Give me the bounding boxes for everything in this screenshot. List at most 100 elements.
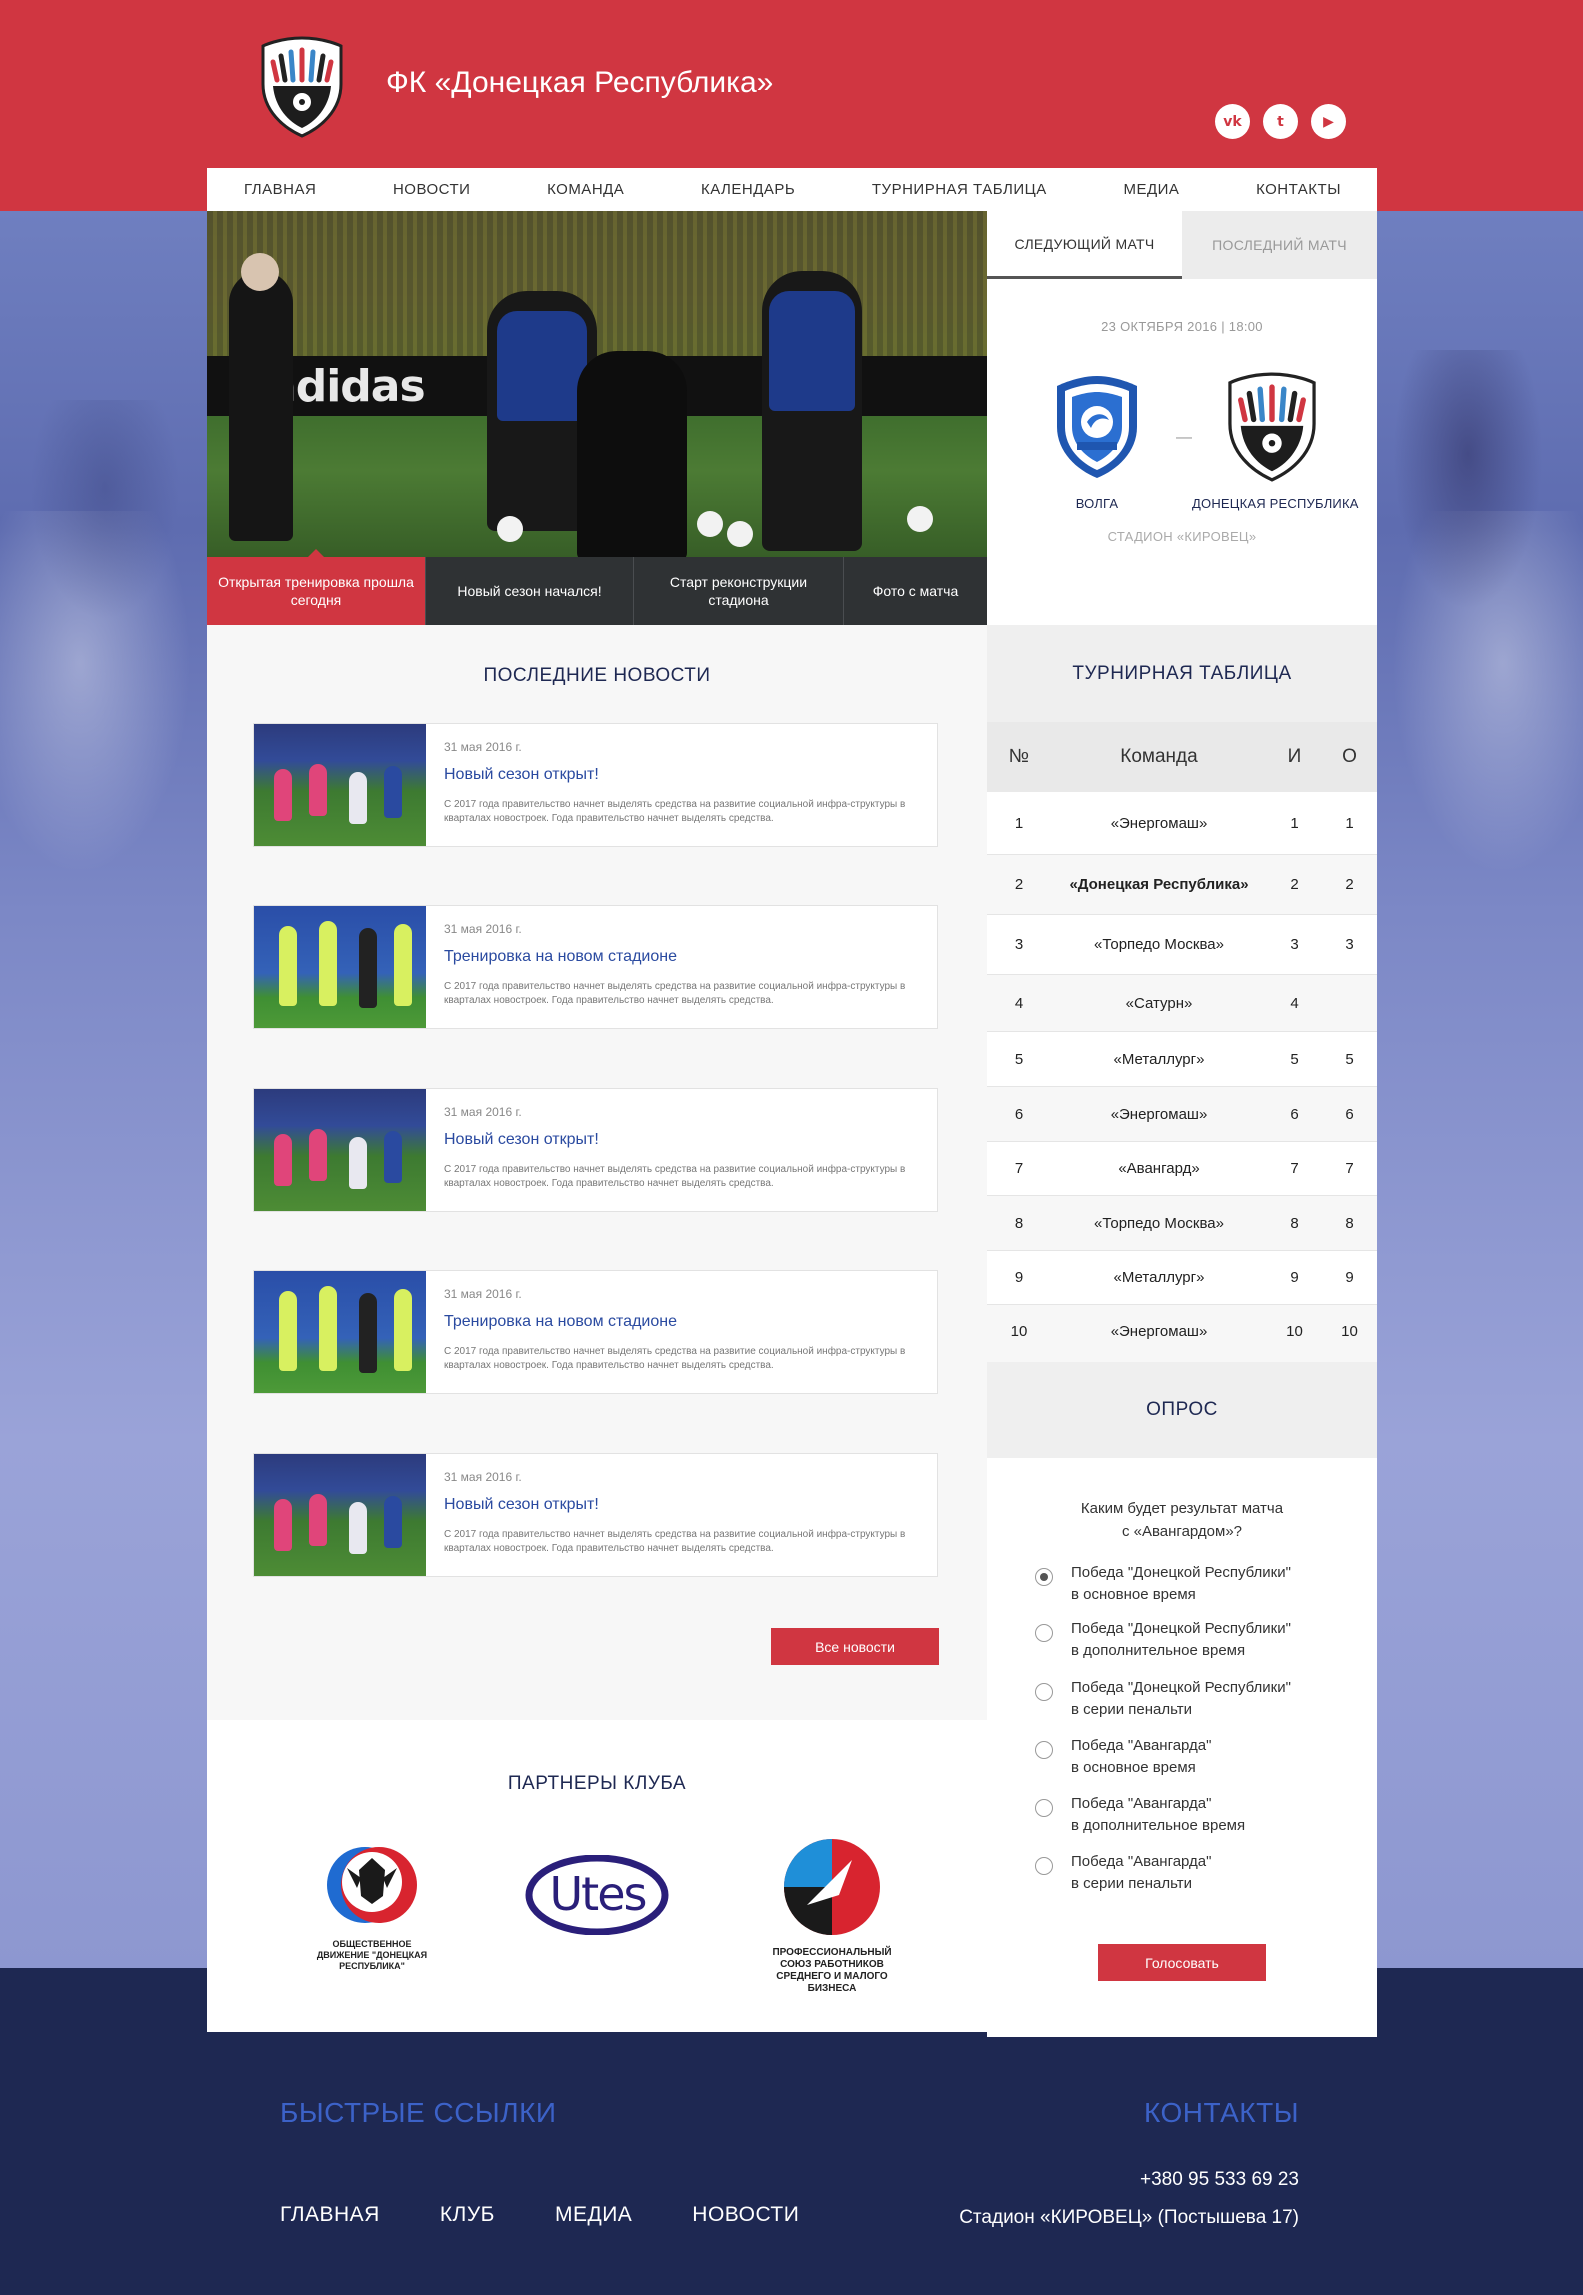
slider-tab-new-season[interactable]: Новый сезон начался! — [426, 557, 634, 625]
news-date: 31 мая 2016 г. — [444, 740, 522, 754]
vote-button[interactable]: Голосовать — [1098, 1944, 1266, 1981]
news-date: 31 мая 2016 г. — [444, 1105, 522, 1119]
table-row[interactable]: 10 «Энергомаш» 10 10 — [987, 1305, 1377, 1358]
partner-movement-caption: ОБЩЕСТВЕННОЕ ДВИЖЕНИЕ "ДОНЕЦКАЯ РЕСПУБЛИ… — [316, 1939, 428, 1971]
row-team: «Донецкая Республика» — [1069, 876, 1249, 893]
table-row[interactable]: 7 «Авангард» 7 7 — [987, 1142, 1377, 1196]
quick-links-title: БЫСТРЫЕ ССЫЛКИ — [280, 2097, 557, 2128]
twitter-icon[interactable]: t — [1263, 104, 1298, 139]
poll-title-bar: ОПРОС — [987, 1362, 1377, 1458]
radio-button[interactable] — [1035, 1857, 1053, 1875]
home-team-name: ВОЛГА — [1075, 496, 1119, 511]
row-number: 7 — [1014, 1160, 1024, 1177]
radio-button[interactable] — [1035, 1624, 1053, 1642]
table-row[interactable]: 4 «Сатурн» 4 — [987, 975, 1377, 1032]
slider-tabs: Открытая тренировка прошла сегодня Новый… — [207, 549, 987, 625]
footer-link-club[interactable]: КЛУБ — [440, 2203, 495, 2227]
youtube-icon[interactable]: ▶ — [1311, 104, 1346, 139]
news-excerpt: С 2017 года правительство начнет выделят… — [444, 1164, 906, 1189]
row-games: 5 — [1290, 1050, 1299, 1068]
hero-slide-image[interactable]: adidas — [207, 211, 987, 557]
nav-item-news[interactable]: НОВОСТИ — [393, 181, 470, 198]
news-headline[interactable]: Новый сезон открыт! — [444, 1131, 599, 1149]
col-points: О — [1342, 746, 1357, 767]
table-row[interactable]: 3 «Торпедо Москва» 3 3 — [987, 915, 1377, 975]
table-row[interactable]: 6 «Энергомаш» 6 6 — [987, 1087, 1377, 1142]
footer-link-home[interactable]: ГЛАВНАЯ — [280, 2203, 380, 2227]
radio-button[interactable] — [1035, 1799, 1053, 1817]
news-headline[interactable]: Тренировка на новом стадионе — [444, 948, 677, 966]
away-team[interactable]: ДОНЕЦКАЯ РЕСПУБЛИКА — [1192, 372, 1358, 511]
ball — [727, 521, 753, 547]
table-row[interactable]: 1 «Энергомаш» 1 1 — [987, 792, 1377, 855]
slider-tab-reconstruction[interactable]: Старт реконструкции стадиона — [634, 557, 844, 625]
news-card[interactable]: 31 мая 2016 г. Тренировка на новом стади… — [253, 905, 938, 1029]
row-number: 6 — [1014, 1105, 1024, 1123]
tab-next-match[interactable]: СЛЕДУЮЩИЙ МАТЧ — [987, 211, 1182, 279]
row-points: 2 — [1345, 876, 1354, 893]
table-row[interactable]: 5 «Металлург» 5 5 — [987, 1032, 1377, 1087]
radio-button[interactable] — [1035, 1741, 1053, 1759]
news-card[interactable]: 31 мая 2016 г. Новый сезон открыт! С 201… — [253, 723, 938, 847]
footer-link-news[interactable]: НОВОСТИ — [692, 2203, 799, 2227]
table-row[interactable]: 2 «Донецкая Республика» 2 2 — [987, 855, 1377, 915]
row-games: 6 — [1290, 1105, 1299, 1123]
news-excerpt: С 2017 года правительство начнет выделят… — [444, 1529, 906, 1554]
volga-crest-icon — [1047, 372, 1147, 482]
match-stadium: СТАДИОН «КИРОВЕЦ» — [1107, 529, 1257, 544]
contacts-title: КОНТАКТЫ — [1143, 2097, 1299, 2128]
contact-phone[interactable]: +380 95 533 69 23 — [1140, 2169, 1299, 2191]
table-row[interactable]: 9 «Металлург» 9 9 — [987, 1251, 1377, 1305]
poll-option[interactable]: Победа "Авангарда" в дополнительное врем… — [1035, 1793, 1245, 1837]
slider-tab-photos[interactable]: Фото с матча — [844, 557, 987, 625]
poll-option[interactable]: Победа "Авангарда" в серии пенальти — [1035, 1851, 1211, 1895]
news-card[interactable]: 31 мая 2016 г. Новый сезон открыт! С 201… — [253, 1453, 938, 1577]
contact-address: Стадион «КИРОВЕЦ» (Постышева 17) — [959, 2207, 1299, 2228]
partners-section: ПАРТНЕРЫ КЛУБА ОБЩЕСТВЕННОЕ ДВИЖЕНИЕ "ДО… — [207, 1720, 987, 2032]
slider-tab-training[interactable]: Открытая тренировка прошла сегодня — [207, 549, 426, 625]
poll-option[interactable]: Победа "Авангарда" в основное время — [1035, 1735, 1211, 1779]
vk-icon[interactable]: vk — [1215, 104, 1250, 139]
player-vest-1 — [497, 311, 587, 421]
standings-title: ТУРНИРНАЯ ТАБЛИЦА — [1072, 662, 1292, 684]
news-card[interactable]: 31 мая 2016 г. Новый сезон открыт! С 201… — [253, 1088, 938, 1212]
news-date: 31 мая 2016 г. — [444, 1287, 522, 1301]
standings-header: № Команда И О — [987, 722, 1377, 792]
row-number: 2 — [1014, 876, 1024, 893]
nav-item-team[interactable]: КОМАНДА — [547, 181, 624, 198]
sidebar: ТУРНИРНАЯ ТАБЛИЦА № Команда И О 1 «Энерг… — [987, 625, 1377, 2037]
news-headline[interactable]: Тренировка на новом стадионе — [444, 1313, 677, 1331]
poll-option[interactable]: Победа "Донецкой Республики" в основное … — [1035, 1562, 1291, 1606]
partner-movement[interactable]: ОБЩЕСТВЕННОЕ ДВИЖЕНИЕ "ДОНЕЦКАЯ РЕСПУБЛИ… — [307, 1840, 437, 1971]
all-news-button[interactable]: Все новости — [771, 1628, 939, 1665]
row-points: 5 — [1345, 1050, 1354, 1068]
col-number: № — [1008, 746, 1030, 767]
poll-option[interactable]: Победа "Донецкой Республики" в серии пен… — [1035, 1677, 1291, 1721]
nav-item-media[interactable]: МЕДИА — [1123, 181, 1179, 198]
home-team[interactable]: ВОЛГА — [1017, 372, 1177, 511]
nav-item-home[interactable]: ГЛАВНАЯ — [244, 181, 316, 198]
nav-item-standings[interactable]: ТУРНИРНАЯ ТАБЛИЦА — [872, 181, 1047, 198]
table-row[interactable]: 8 «Торпедо Москва» 8 8 — [987, 1196, 1377, 1251]
row-games: 7 — [1290, 1160, 1299, 1177]
club-logo[interactable] — [259, 36, 345, 138]
footer-link-media[interactable]: МЕДИА — [555, 2203, 632, 2227]
nav-item-calendar[interactable]: КАЛЕНДАРЬ — [701, 181, 795, 198]
partner-union[interactable]: ПРОФЕССИОНАЛЬНЫЙ СОЮЗ РАБОТНИКОВ СРЕДНЕГ… — [762, 1835, 902, 1995]
radio-button[interactable] — [1035, 1683, 1053, 1701]
background-player-left — [30, 400, 180, 620]
row-games: 3 — [1290, 936, 1299, 953]
tab-last-match[interactable]: ПОСЛЕДНИЙ МАТЧ — [1182, 211, 1377, 279]
partners-title: ПАРТНЕРЫ КЛУБА — [507, 1773, 687, 1794]
radio-button[interactable] — [1035, 1568, 1053, 1586]
poll-option[interactable]: Победа "Донецкой Республики" в дополните… — [1035, 1618, 1291, 1662]
partner-utes[interactable]: Utes — [525, 1855, 670, 1935]
row-points: 6 — [1345, 1105, 1354, 1123]
news-card[interactable]: 31 мая 2016 г. Тренировка на новом стади… — [253, 1270, 938, 1394]
row-games: 4 — [1290, 994, 1299, 1012]
news-headline[interactable]: Новый сезон открыт! — [444, 1496, 599, 1514]
news-headline[interactable]: Новый сезон открыт! — [444, 766, 599, 784]
row-points: 10 — [1341, 1323, 1358, 1340]
nav-item-contacts[interactable]: КОНТАКТЫ — [1256, 181, 1341, 198]
news-thumbnail — [254, 1454, 426, 1576]
